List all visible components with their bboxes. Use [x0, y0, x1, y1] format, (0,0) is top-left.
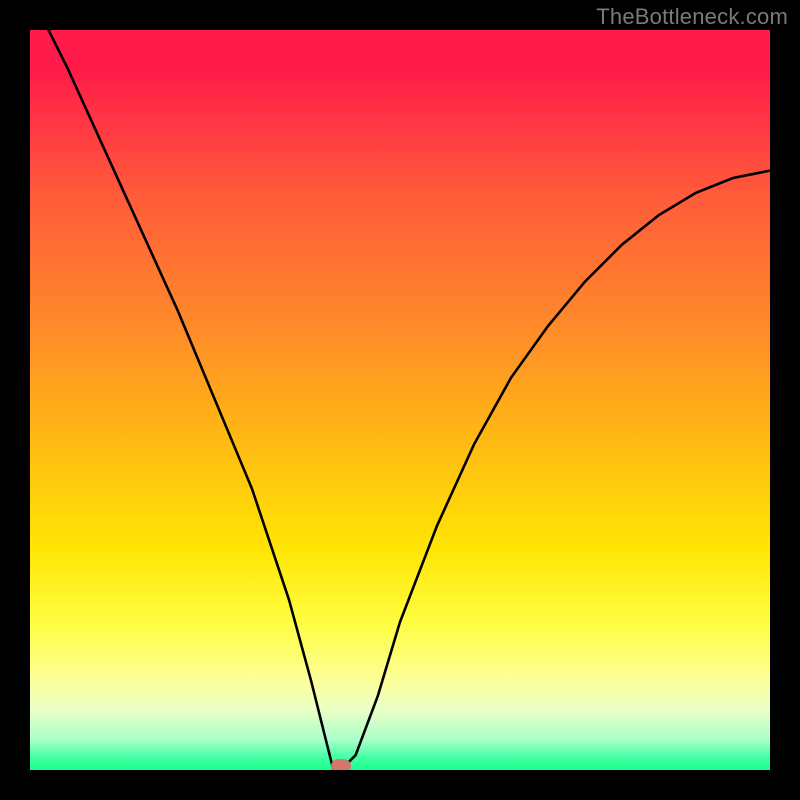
curve-svg [30, 30, 770, 770]
chart-frame: TheBottleneck.com [0, 0, 800, 800]
curve-line [30, 30, 770, 770]
minimum-marker [331, 759, 351, 770]
plot-area [30, 30, 770, 770]
watermark-text: TheBottleneck.com [596, 4, 788, 30]
